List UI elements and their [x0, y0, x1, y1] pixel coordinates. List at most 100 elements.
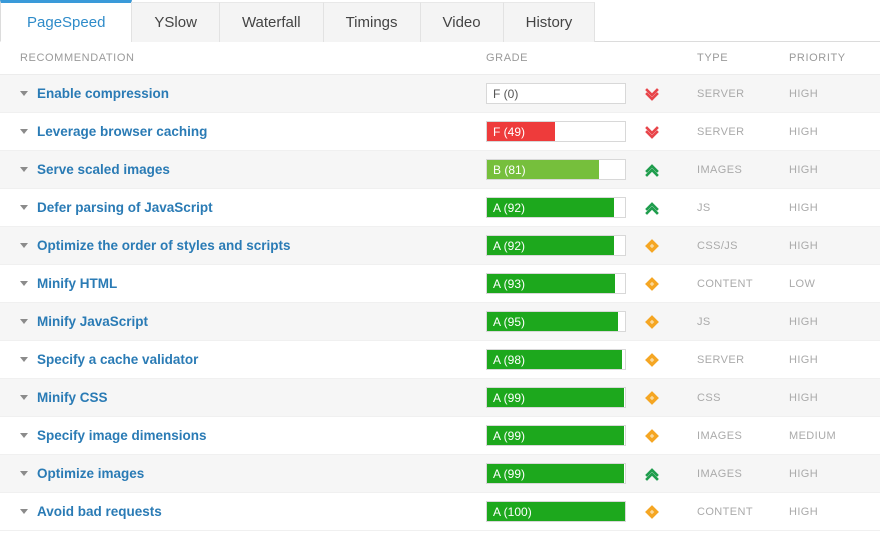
table-row[interactable]: Minify JavaScript A (95) JS HIGH	[0, 303, 880, 341]
table-row[interactable]: Minify CSS A (99) CSS HIGH	[0, 379, 880, 417]
type-cell: IMAGES	[697, 429, 743, 442]
recommendation-link[interactable]: Defer parsing of JavaScript	[37, 200, 213, 215]
grade-bar: A (95)	[486, 311, 626, 332]
grade-label: A (99)	[493, 466, 526, 481]
grade-label: B (81)	[493, 162, 526, 177]
recommendation-cell: Specify a cache validator	[0, 352, 486, 367]
recommendation-cell: Minify JavaScript	[0, 314, 486, 329]
priority-cell: MEDIUM	[789, 429, 837, 442]
recommendation-cell: Defer parsing of JavaScript	[0, 200, 486, 215]
table-row[interactable]: Specify image dimensions A (99) IMAGES MEDI…	[0, 417, 880, 455]
diamond-icon	[640, 276, 664, 292]
diamond-icon	[640, 428, 664, 444]
recommendation-link[interactable]: Optimize the order of styles and scripts	[37, 238, 291, 253]
tab-waterfall[interactable]: Waterfall	[218, 2, 324, 42]
expand-triangle-icon[interactable]	[20, 205, 28, 210]
type-cell: CSS/JS	[697, 239, 738, 252]
recommendation-cell: Leverage browser caching	[0, 124, 486, 139]
type-cell: SERVER	[697, 125, 745, 138]
type-cell: CSS	[697, 391, 721, 404]
table-row[interactable]: Optimize the order of styles and scripts…	[0, 227, 880, 265]
grade-label: A (99)	[493, 390, 526, 405]
recommendation-cell: Minify CSS	[0, 390, 486, 405]
expand-triangle-icon[interactable]	[20, 281, 28, 286]
recommendation-link[interactable]: Optimize images	[37, 466, 144, 481]
type-cell: JS	[697, 201, 711, 214]
priority-cell: HIGH	[789, 391, 819, 404]
priority-cell: HIGH	[789, 87, 819, 100]
grade-bar: A (99)	[486, 463, 626, 484]
recommendation-cell: Enable compression	[0, 86, 486, 101]
table-row[interactable]: Serve scaled images B (81) IMAGES HIGH	[0, 151, 880, 189]
table-row[interactable]: Avoid bad requests A (100) CONTENT HIGH	[0, 493, 880, 531]
tab-video[interactable]: Video	[419, 2, 504, 42]
table-row[interactable]: Defer parsing of JavaScript A (92) JS HIGH	[0, 189, 880, 227]
expand-triangle-icon[interactable]	[20, 395, 28, 400]
priority-cell: HIGH	[789, 505, 819, 518]
grade-label: A (95)	[493, 314, 526, 329]
recommendation-cell: Optimize the order of styles and scripts	[0, 238, 486, 253]
priority-cell: HIGH	[789, 125, 819, 138]
diamond-icon	[640, 314, 664, 330]
recommendation-cell: Avoid bad requests	[0, 504, 486, 519]
tab-bar: PageSpeed YSlow Waterfall Timings Video Histo…	[0, 0, 880, 42]
column-header-priority: PRIORITY	[789, 52, 846, 64]
chevron-double-up-icon	[640, 466, 664, 482]
type-cell: SERVER	[697, 87, 745, 100]
expand-triangle-icon[interactable]	[20, 167, 28, 172]
diamond-icon	[640, 238, 664, 254]
expand-triangle-icon[interactable]	[20, 433, 28, 438]
grade-label: A (92)	[493, 200, 526, 215]
grade-cell: A (92)	[486, 235, 697, 256]
expand-triangle-icon[interactable]	[20, 509, 28, 514]
expand-triangle-icon[interactable]	[20, 129, 28, 134]
recommendation-link[interactable]: Minify JavaScript	[37, 314, 148, 329]
recommendation-link[interactable]: Minify CSS	[37, 390, 108, 405]
recommendation-link[interactable]: Specify a cache validator	[37, 352, 198, 367]
column-header-type: TYPE	[697, 52, 729, 64]
grade-cell: A (99)	[486, 425, 697, 446]
grade-bar: A (99)	[486, 387, 626, 408]
table-row[interactable]: Minify HTML A (93) CONTENT LOW	[0, 265, 880, 303]
chevron-double-down-icon	[640, 124, 664, 140]
grade-label: A (99)	[493, 428, 526, 443]
expand-triangle-icon[interactable]	[20, 243, 28, 248]
recommendation-link[interactable]: Minify HTML	[37, 276, 117, 291]
type-cell: IMAGES	[697, 163, 743, 176]
type-cell: CONTENT	[697, 277, 753, 290]
recommendations-table: RECOMMENDATION GRADE TYPE PRIORITY Enabl…	[0, 42, 880, 531]
tab-yslow[interactable]: YSlow	[131, 2, 220, 42]
expand-triangle-icon[interactable]	[20, 319, 28, 324]
chevron-double-up-icon	[640, 162, 664, 178]
grade-label: A (93)	[493, 276, 526, 291]
table-row[interactable]: Leverage browser caching F (49) SERVER HIGH	[0, 113, 880, 151]
grade-bar: F (49)	[486, 121, 626, 142]
type-cell: CONTENT	[697, 505, 753, 518]
tab-timings[interactable]: Timings	[322, 2, 421, 42]
priority-cell: HIGH	[789, 163, 819, 176]
recommendation-link[interactable]: Specify image dimensions	[37, 428, 207, 443]
table-row[interactable]: Specify a cache validator A (98) SERVER HIG…	[0, 341, 880, 379]
table-row[interactable]: Enable compression F (0) SERVER HIGH	[0, 75, 880, 113]
recommendation-link[interactable]: Leverage browser caching	[37, 124, 207, 139]
tab-history[interactable]: History	[502, 2, 596, 42]
type-cell: SERVER	[697, 353, 745, 366]
grade-label: A (100)	[493, 504, 532, 519]
expand-triangle-icon[interactable]	[20, 471, 28, 476]
type-cell: IMAGES	[697, 467, 743, 480]
priority-cell: HIGH	[789, 467, 819, 480]
tab-pagespeed[interactable]: PageSpeed	[0, 0, 133, 42]
expand-triangle-icon[interactable]	[20, 357, 28, 362]
priority-cell: HIGH	[789, 315, 819, 328]
grade-bar: A (92)	[486, 235, 626, 256]
expand-triangle-icon[interactable]	[20, 91, 28, 96]
recommendation-link[interactable]: Serve scaled images	[37, 162, 170, 177]
column-header-recommendation: RECOMMENDATION	[20, 52, 135, 64]
grade-cell: F (0)	[486, 83, 697, 104]
table-row[interactable]: Optimize images A (99) IMAGES HIGH	[0, 455, 880, 493]
recommendation-link[interactable]: Avoid bad requests	[37, 504, 162, 519]
grade-bar: A (100)	[486, 501, 626, 522]
grade-bar: A (99)	[486, 425, 626, 446]
grade-label: A (98)	[493, 352, 526, 367]
recommendation-link[interactable]: Enable compression	[37, 86, 169, 101]
